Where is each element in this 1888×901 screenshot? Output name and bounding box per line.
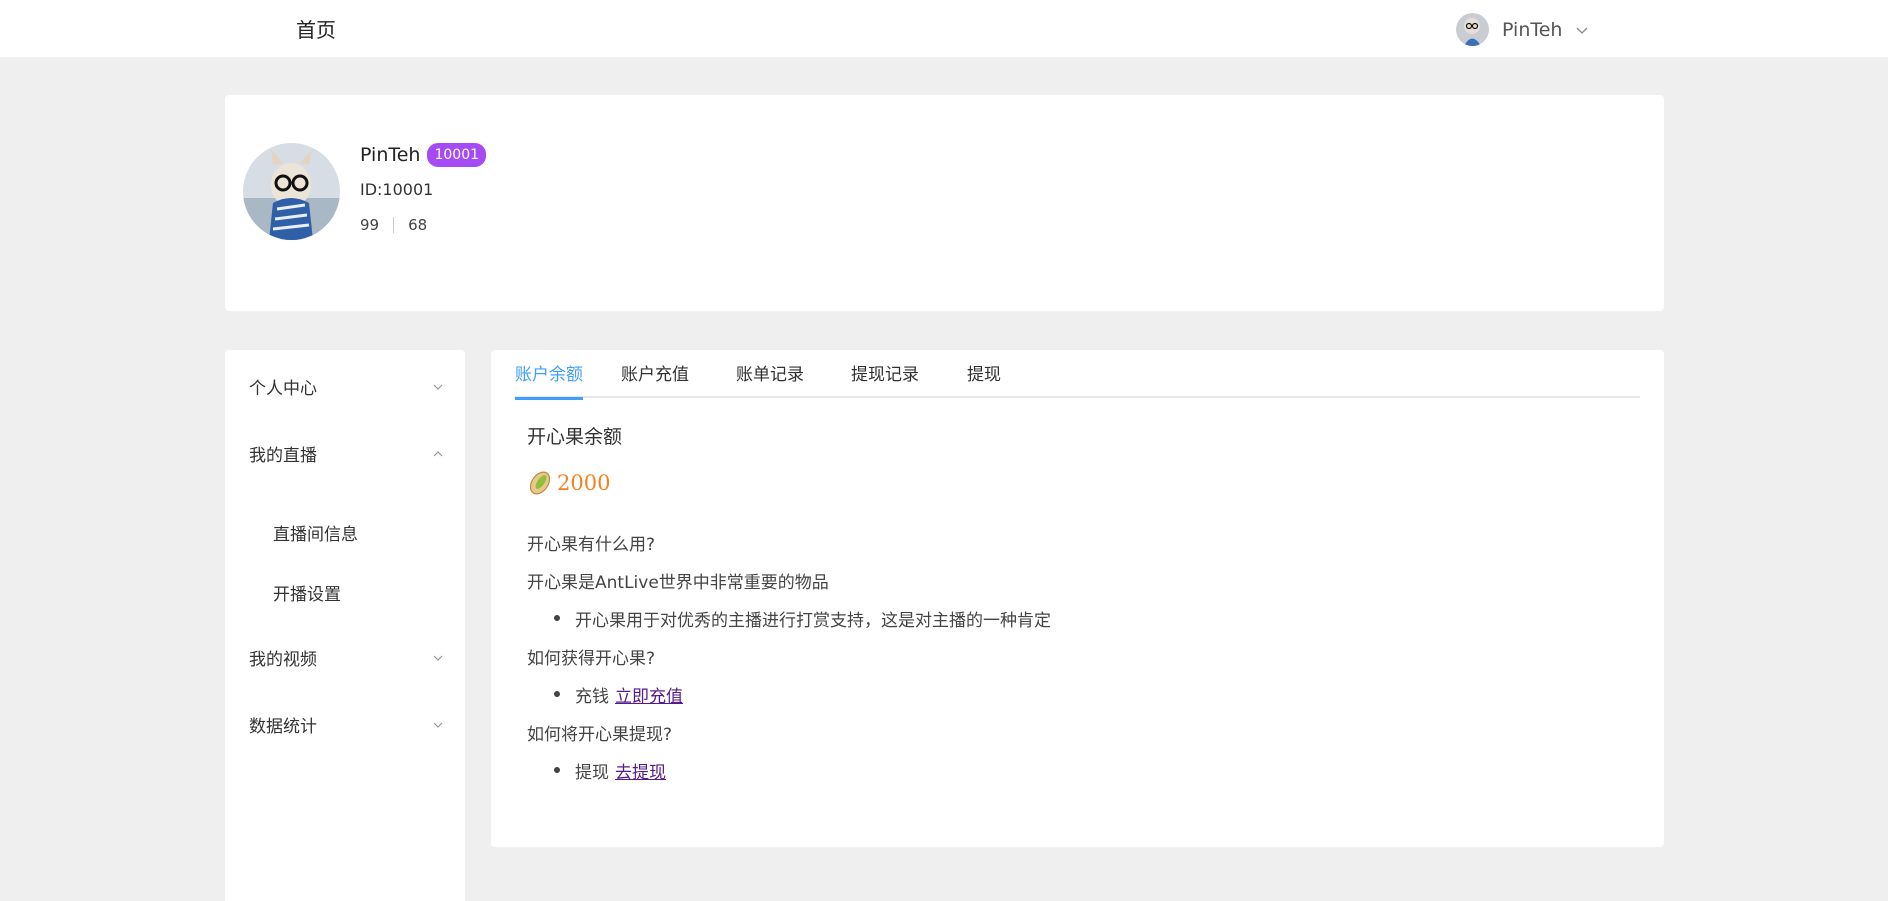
- profile-stats: 99 68: [360, 216, 427, 234]
- nav-home-link[interactable]: 首页: [296, 14, 336, 43]
- sidebar-item-label: 我的视频: [249, 650, 317, 670]
- go-withdraw-link[interactable]: 去提现: [615, 758, 666, 783]
- sidebar: 个人中心 我的直播 直播间信息 开播设置 我的视频 数据统计: [225, 350, 465, 901]
- sidebar-item-label: 个人中心: [249, 379, 317, 399]
- chevron-down-icon: [433, 655, 443, 661]
- sidebar-subitem-live-room-info[interactable]: 直播间信息: [273, 520, 358, 545]
- faq-question-1: 开心果有什么用?: [527, 535, 656, 555]
- faq-bullet-2-text: 充钱: [575, 687, 609, 707]
- stat-followers: 99: [360, 216, 380, 234]
- level-badge: 10001: [427, 143, 487, 167]
- sidebar-item-statistics[interactable]: 数据统计: [249, 712, 445, 737]
- profile-name: PinTeh: [360, 144, 421, 166]
- sidebar-item-label: 数据统计: [249, 717, 317, 737]
- sidebar-item-my-videos[interactable]: 我的视频: [249, 645, 445, 670]
- sidebar-item-label: 我的直播: [249, 446, 317, 466]
- sidebar-subitem-stream-settings[interactable]: 开播设置: [273, 580, 341, 605]
- faq-bullet-3-text: 提现: [575, 763, 609, 783]
- user-avatar[interactable]: [1456, 13, 1489, 46]
- chevron-down-icon: [433, 722, 443, 728]
- faq-section: 开心果有什么用? 开心果是AntLive世界中非常重要的物品 开心果用于对优秀的…: [527, 350, 1627, 847]
- top-navbar: 首页 PinTeh: [0, 0, 1888, 57]
- faq-question-3: 如何将开心果提现?: [527, 725, 673, 745]
- faq-answer-1: 开心果是AntLive世界中非常重要的物品: [527, 573, 829, 593]
- sidebar-item-personal-center[interactable]: 个人中心: [249, 374, 445, 399]
- stat-divider: [393, 217, 395, 233]
- faq-bullet-1: 开心果用于对优秀的主播进行打赏支持，这是对主播的一种肯定: [575, 611, 1051, 631]
- profile-id: ID:10001: [360, 180, 434, 199]
- profile-card: PinTeh 10001 ID:10001 99 68: [225, 95, 1664, 311]
- stat-following: 68: [408, 216, 428, 234]
- sidebar-item-my-live[interactable]: 我的直播: [249, 441, 445, 466]
- chevron-down-icon: [1577, 27, 1588, 34]
- user-menu-name: PinTeh: [1502, 18, 1563, 41]
- recharge-now-link[interactable]: 立即充值: [615, 682, 683, 707]
- chevron-down-icon: [433, 384, 443, 390]
- list-item: 提现 去提现: [554, 758, 666, 783]
- chevron-up-icon: [433, 450, 443, 456]
- list-item: 开心果用于对优秀的主播进行打赏支持，这是对主播的一种肯定: [554, 606, 1051, 631]
- profile-avatar: [243, 143, 340, 240]
- user-menu[interactable]: PinTeh: [1456, 13, 1590, 46]
- faq-question-2: 如何获得开心果?: [527, 649, 656, 669]
- main-panel: 账户余额 账户充值 账单记录 提现记录 提现 开心果余额 2000 开心果有什么…: [491, 350, 1664, 847]
- list-item: 充钱 立即充值: [554, 682, 683, 707]
